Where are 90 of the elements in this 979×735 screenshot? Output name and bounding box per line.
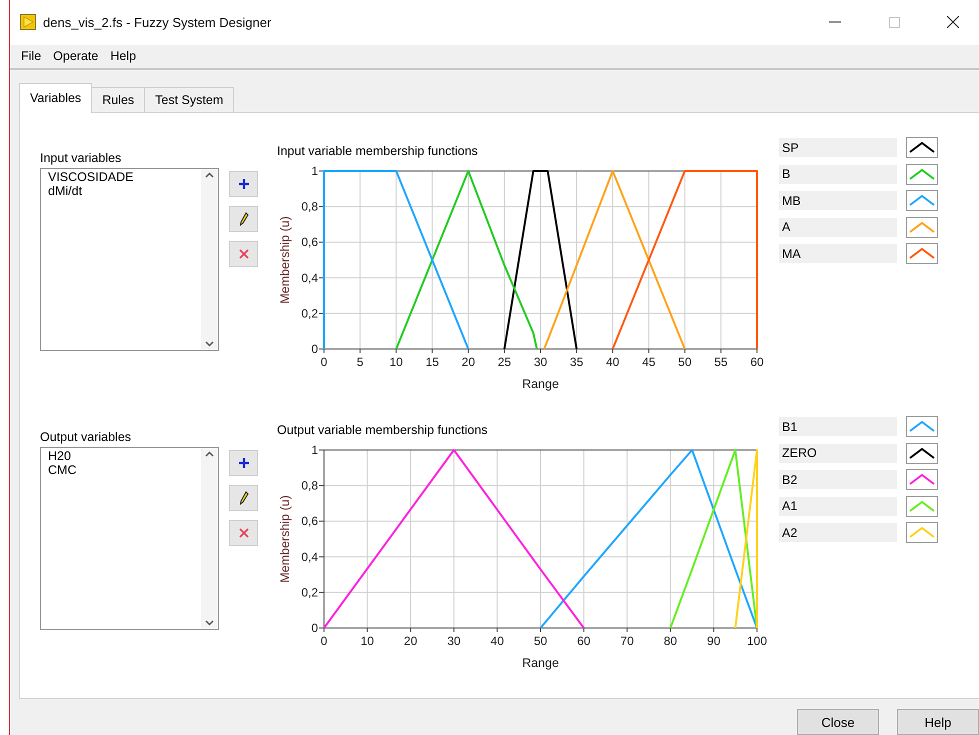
tick-label: 55 (714, 355, 728, 369)
scroll-up-icon[interactable] (205, 451, 214, 457)
tick-label: 100 (746, 634, 768, 648)
tick-label: 20 (404, 634, 418, 648)
tick-label: 0,2 (301, 306, 318, 320)
list-label: Output variables (40, 430, 132, 444)
tick-label: 60 (750, 355, 764, 369)
tick-label: 30 (534, 355, 548, 369)
maximize-icon (888, 16, 900, 28)
minimize-icon[interactable] (829, 21, 841, 24)
scroll-up-icon[interactable] (205, 172, 214, 178)
close-icon (238, 528, 248, 538)
function-name: B1 (779, 417, 897, 436)
menu-item[interactable]: Help (105, 47, 142, 66)
scroll-down-icon[interactable] (205, 341, 214, 347)
tick-label: 0,8 (301, 478, 318, 493)
delete-button[interactable] (229, 520, 258, 546)
tick-label: 10 (389, 355, 403, 369)
list-item[interactable]: VISCOSIDADE (48, 170, 194, 184)
add-button[interactable] (229, 171, 258, 197)
tick-label: 0,4 (301, 550, 318, 564)
tick-label: 0,8 (301, 200, 318, 214)
edit-button[interactable] (229, 206, 258, 232)
pencil-icon (238, 212, 248, 226)
tick-label: 0,6 (301, 514, 318, 528)
tick-label: 30 (447, 634, 461, 648)
tick-label: 50 (534, 634, 548, 648)
tick-label: 0 (320, 634, 328, 648)
tick-label: 10 (360, 634, 374, 648)
add-button[interactable] (229, 450, 258, 476)
menu-item[interactable]: File (16, 47, 46, 66)
app-icon (20, 14, 36, 30)
dialog-button[interactable]: Help (897, 709, 979, 735)
function-name: MA (779, 244, 897, 263)
plus-icon (238, 179, 248, 189)
peak-icon[interactable] (906, 137, 938, 158)
tick-label: 5 (356, 355, 364, 369)
tick-label: 40 (490, 634, 504, 648)
tick-label: 0 (311, 621, 318, 635)
scroll-down-icon[interactable] (205, 620, 214, 626)
function-name: A2 (779, 523, 897, 542)
tick-label: 1 (311, 164, 318, 178)
tab[interactable]: Variables (19, 83, 92, 113)
tick-label: 50 (678, 355, 692, 369)
close-icon[interactable] (947, 16, 959, 28)
dialog-button[interactable]: Close (797, 709, 879, 735)
menu-item[interactable]: Operate (48, 47, 104, 66)
axis-label: Range (522, 656, 559, 670)
tick-label: 0 (311, 342, 318, 356)
tick-label: 25 (498, 355, 512, 369)
list-item[interactable]: dMi/dt (48, 184, 194, 198)
peak-icon[interactable] (906, 442, 938, 464)
tick-label: 45 (642, 355, 656, 369)
delete-button[interactable] (229, 241, 258, 267)
tick-label: 0 (320, 355, 328, 369)
tick-label: 0,2 (301, 585, 318, 600)
chart-title: Output variable membership functions (277, 423, 489, 439)
list-item[interactable]: CMC (48, 463, 194, 477)
variable-list[interactable]: H20 CMC (40, 447, 219, 630)
tick-label: 60 (577, 634, 590, 648)
function-name: MB (779, 191, 897, 210)
function-name: B2 (779, 470, 897, 489)
chart-title: Input variable membership functions (277, 144, 479, 160)
tick-label: 0,4 (301, 270, 318, 285)
tick-label: 35 (570, 355, 584, 369)
tick-label: 70 (620, 634, 634, 648)
function-name: A1 (779, 496, 897, 516)
variable-list[interactable]: VISCOSIDADE dMi/dt (40, 168, 219, 351)
axis-label: Membership (u) (278, 495, 292, 583)
tick-label: 80 (664, 634, 678, 648)
tick-label: 40 (606, 355, 620, 369)
list-item[interactable]: H20 (48, 449, 194, 463)
tick-label: 90 (707, 634, 720, 648)
tick-label: 15 (426, 355, 439, 369)
function-name: B (779, 164, 897, 184)
tab[interactable]: Test System (144, 87, 234, 112)
function-name: A (779, 218, 897, 236)
plus-icon (238, 458, 248, 468)
edit-button[interactable] (229, 485, 258, 511)
function-name: SP (779, 138, 897, 157)
close-icon (238, 249, 248, 259)
window-title: dens_vis_2.fs - Fuzzy System Designer (43, 14, 272, 30)
tick-label: 20 (462, 355, 476, 369)
axis-label: Membership (u) (278, 216, 292, 304)
pencil-icon (238, 491, 248, 505)
function-name: ZERO (779, 444, 897, 462)
tick-label: 0,6 (301, 235, 318, 250)
list-label: Input variables (40, 151, 122, 165)
axis-label: Range (522, 377, 559, 391)
tick-label: 1 (311, 443, 318, 457)
